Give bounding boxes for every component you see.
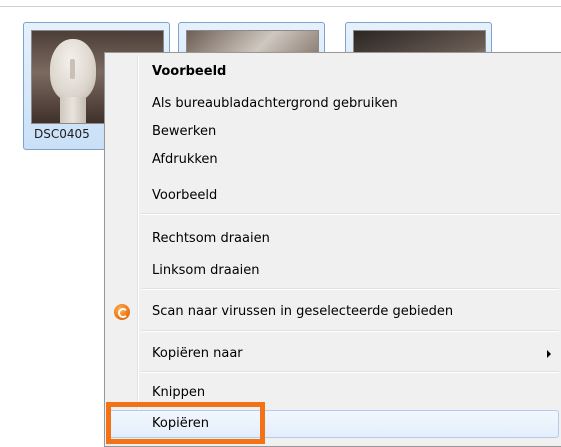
annotation-highlight-box — [106, 402, 265, 444]
menu-item-preview-default[interactable]: Voorbeeld — [107, 58, 559, 86]
menu-item-label: Kopiëren naar — [152, 346, 243, 361]
context-menu: Voorbeeld Als bureaubladachtergrond gebr… — [104, 52, 561, 447]
menu-separator — [141, 371, 559, 373]
menu-separator — [141, 288, 559, 290]
menu-separator — [141, 330, 559, 332]
bust-nose-shape — [70, 59, 75, 79]
menu-item-rotate-counterclockwise[interactable]: Linksom draaien — [107, 257, 559, 285]
menu-item-label: Scan naar virussen in geselecteerde gebi… — [152, 304, 454, 319]
window-top-divider — [0, 6, 561, 7]
menu-item-scan-viruses[interactable]: Scan naar virussen in geselecteerde gebi… — [107, 298, 559, 326]
avast-icon — [114, 304, 130, 320]
bust-neck-shape — [60, 97, 86, 123]
menu-item-set-desktop-background[interactable]: Als bureaubladachtergrond gebruiken — [107, 90, 559, 118]
menu-item-edit[interactable]: Bewerken — [107, 118, 559, 146]
menu-item-rotate-clockwise[interactable]: Rechtsom draaien — [107, 225, 559, 253]
menu-item-preview[interactable]: Voorbeeld — [107, 182, 559, 210]
menu-item-print[interactable]: Afdrukken — [107, 146, 559, 174]
menu-item-copy-to[interactable]: Kopiëren naar — [107, 340, 559, 368]
submenu-arrow-icon — [547, 350, 551, 358]
menu-separator — [141, 213, 559, 215]
